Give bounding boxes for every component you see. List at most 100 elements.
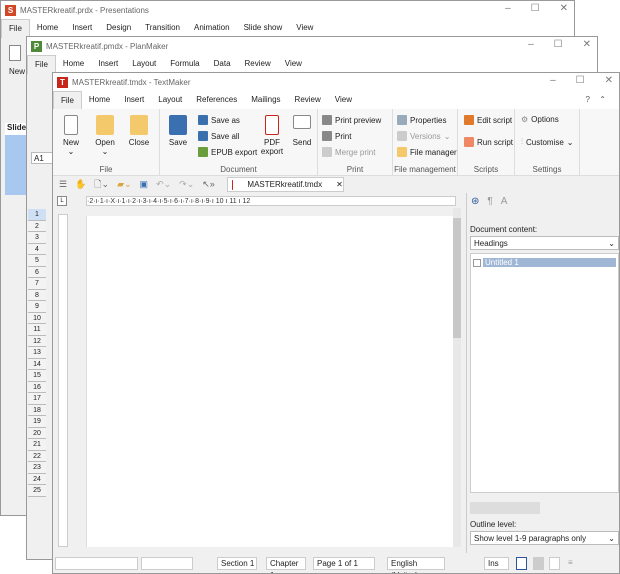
open-icon[interactable]: ▰⌄ (117, 179, 131, 190)
menu-file[interactable]: File (27, 54, 56, 74)
menu-animation[interactable]: Animation (187, 19, 237, 37)
status-page[interactable]: Page 1 of 1 (313, 557, 375, 570)
menu-references[interactable]: References (189, 91, 244, 109)
document-page[interactable] (86, 216, 453, 547)
menu-mailings[interactable]: Mailings (244, 91, 287, 109)
row-header[interactable]: 19 (28, 416, 46, 428)
save-icon[interactable]: ▣ (140, 179, 149, 190)
save-as-button[interactable]: Save as (198, 115, 240, 125)
close-button[interactable]: ✕ (605, 75, 613, 86)
vertical-ruler[interactable] (58, 214, 68, 547)
row-header[interactable]: 25 (28, 485, 46, 497)
options-button[interactable]: ⚙ Options (521, 115, 559, 124)
new-button[interactable]: New (9, 45, 25, 76)
row-header[interactable]: 6 (28, 266, 46, 278)
menu-insert[interactable]: Insert (91, 55, 125, 73)
menu-slideshow[interactable]: Slide show (237, 19, 290, 37)
close-button[interactable]: Close (123, 115, 155, 147)
row-header[interactable]: 3 (28, 232, 46, 244)
close-tab-icon[interactable]: ✕ (336, 180, 343, 189)
undo-icon[interactable]: ↶⌄ (156, 179, 171, 190)
menu-data[interactable]: Data (207, 55, 238, 73)
navigator-icon[interactable]: ⊛ (471, 196, 479, 207)
pdf-export-button[interactable]: PDF export (256, 115, 288, 156)
save-button[interactable]: Save (162, 115, 194, 147)
menu-file[interactable]: File (53, 90, 82, 110)
row-header[interactable]: 22 (28, 450, 46, 462)
row-header[interactable]: 8 (28, 289, 46, 301)
menu-home[interactable]: Home (56, 55, 91, 73)
character-style-icon[interactable]: A (501, 196, 508, 207)
new-button[interactable]: New ⌄ (55, 115, 87, 156)
row-header[interactable]: 12 (28, 335, 46, 347)
row-header[interactable]: 14 (28, 358, 46, 370)
properties-button[interactable]: Properties (397, 115, 446, 125)
horizontal-ruler[interactable]: ·2·ı·1·ı·X·ı·1·ı·2·ı·3·ı·4·ı·5·ı·6·ı·7·ı… (86, 196, 456, 206)
outline-nav-buttons[interactable] (470, 502, 540, 514)
send-button[interactable]: Send (286, 115, 318, 147)
redo-icon[interactable]: ↷⌄ (179, 179, 194, 190)
menu-insert[interactable]: Insert (117, 91, 151, 109)
document-tab[interactable]: MASTERkreatif.tmdx ✕ (226, 177, 344, 192)
epub-export-button[interactable]: EPUB export (198, 147, 257, 157)
status-language[interactable]: English (United (387, 557, 445, 573)
minimize-button[interactable]: – (550, 75, 556, 86)
document-content-select[interactable]: Headings ⌄ (470, 236, 619, 250)
new-icon[interactable]: 🗋⌄ (94, 177, 109, 193)
row-header[interactable]: 4 (28, 243, 46, 255)
row-header[interactable]: 16 (28, 381, 46, 393)
row-header[interactable]: 13 (28, 347, 46, 359)
versions-button[interactable]: Versions ⌄ (397, 131, 450, 141)
outline-view-icon[interactable] (549, 557, 560, 570)
continuous-view-icon[interactable] (533, 557, 544, 570)
menu-view[interactable]: View (278, 55, 309, 73)
run-script-button[interactable]: Run script (464, 137, 513, 147)
list-item[interactable]: Untitled 1 (473, 257, 616, 268)
customise-button[interactable]: ⫶ Customise ⌄ (521, 137, 574, 147)
outline-level-select[interactable]: Show level 1-9 paragraphs only ⌄ (470, 531, 619, 545)
menu-layout[interactable]: Layout (151, 91, 189, 109)
menu-layout[interactable]: Layout (125, 55, 163, 73)
master-view-icon[interactable]: ≡ (565, 557, 576, 570)
menu-transition[interactable]: Transition (138, 19, 187, 37)
row-header[interactable]: 15 (28, 370, 46, 382)
menu-file[interactable]: File (1, 18, 30, 38)
row-header[interactable]: 21 (28, 439, 46, 451)
row-header[interactable]: 18 (28, 404, 46, 416)
hand-icon[interactable]: ✋ (75, 179, 86, 190)
collapse-ribbon-icon[interactable]: ⌃ (592, 91, 613, 109)
menu-home[interactable]: Home (82, 91, 117, 109)
paragraph-icon[interactable]: ¶ (487, 196, 492, 207)
maximize-button[interactable]: ☐ (531, 3, 540, 14)
row-header[interactable]: 10 (28, 312, 46, 324)
row-header[interactable]: 17 (28, 393, 46, 405)
menu-view[interactable]: View (289, 19, 320, 37)
menu-review[interactable]: Review (288, 91, 328, 109)
edit-script-button[interactable]: Edit script (464, 115, 512, 125)
maximize-button[interactable]: ☐ (576, 75, 585, 86)
pointer-icon[interactable]: ↖» (202, 179, 215, 190)
open-button[interactable]: Open ⌄ (89, 115, 121, 156)
row-header[interactable]: 11 (28, 324, 46, 336)
row-header[interactable]: 23 (28, 462, 46, 474)
ruler-corner-button[interactable]: L (57, 196, 67, 206)
menu-insert[interactable]: Insert (65, 19, 99, 37)
save-all-button[interactable]: Save all (198, 131, 239, 141)
file-manager-button[interactable]: File manager (397, 147, 457, 157)
checkbox[interactable] (473, 258, 481, 267)
menu-icon[interactable]: ☰ (59, 179, 67, 190)
print-button[interactable]: Print (322, 131, 351, 141)
row-header[interactable]: 20 (28, 427, 46, 439)
close-button[interactable]: ✕ (560, 3, 568, 14)
menu-home[interactable]: Home (30, 19, 65, 37)
page-view-icon[interactable] (516, 557, 527, 570)
row-header[interactable]: 7 (28, 278, 46, 290)
row-header[interactable]: 9 (28, 301, 46, 313)
close-button[interactable]: ✕ (583, 39, 591, 50)
vertical-scrollbar[interactable] (453, 208, 461, 547)
menu-design[interactable]: Design (99, 19, 138, 37)
row-header[interactable]: 1 (28, 209, 46, 221)
minimize-button[interactable]: – (528, 39, 534, 50)
row-header[interactable]: 2 (28, 220, 46, 232)
minimize-button[interactable]: – (505, 3, 511, 14)
